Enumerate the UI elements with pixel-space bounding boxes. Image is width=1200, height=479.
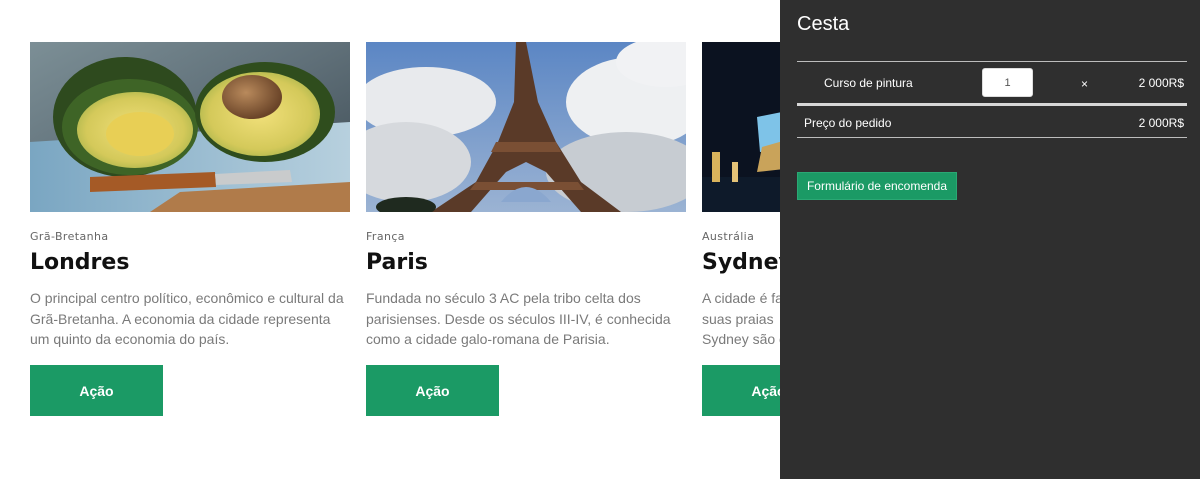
order-form-button[interactable]: Formulário de encomenda — [797, 172, 957, 200]
card-description: Fundada no século 3 AC pela tribo celta … — [366, 290, 671, 347]
card-description: O principal centro político, econômico e… — [30, 290, 344, 347]
total-value: 2 000R$ — [1138, 116, 1184, 130]
action-button[interactable]: Ação — [366, 365, 499, 416]
card-paris: França Paris Fundada no século 3 AC pela… — [366, 42, 686, 416]
card-title: Paris — [366, 250, 428, 275]
card-country: França — [366, 230, 405, 243]
times-sign: × — [1081, 77, 1089, 91]
action-button[interactable]: Ação — [30, 365, 163, 416]
card-country: Grã-Bretanha — [30, 230, 109, 243]
avocado-painting — [30, 42, 350, 212]
card-title: Londres — [30, 250, 130, 275]
cart-total-row: Preço do pedido 2 000R$ — [797, 106, 1187, 138]
card-country: Austrália — [702, 230, 755, 243]
quantity-input[interactable] — [982, 68, 1033, 97]
card-image-eiffel — [366, 42, 686, 212]
card-image-avocado — [30, 42, 350, 212]
cart-item-row: Curso de pintura × 2 000R$ — [797, 62, 1187, 104]
card-londres: Grã-Bretanha Londres O principal centro … — [30, 42, 350, 416]
eiffel-tower-photo — [366, 42, 686, 212]
cart-panel: Cesta Curso de pintura × 2 000R$ Preço d… — [780, 0, 1200, 479]
cart-item-name: Curso de pintura — [824, 76, 913, 90]
cart-item-price: 2 000R$ — [1138, 76, 1184, 90]
cart-title: Cesta — [797, 13, 850, 35]
total-label: Preço do pedido — [804, 116, 892, 130]
